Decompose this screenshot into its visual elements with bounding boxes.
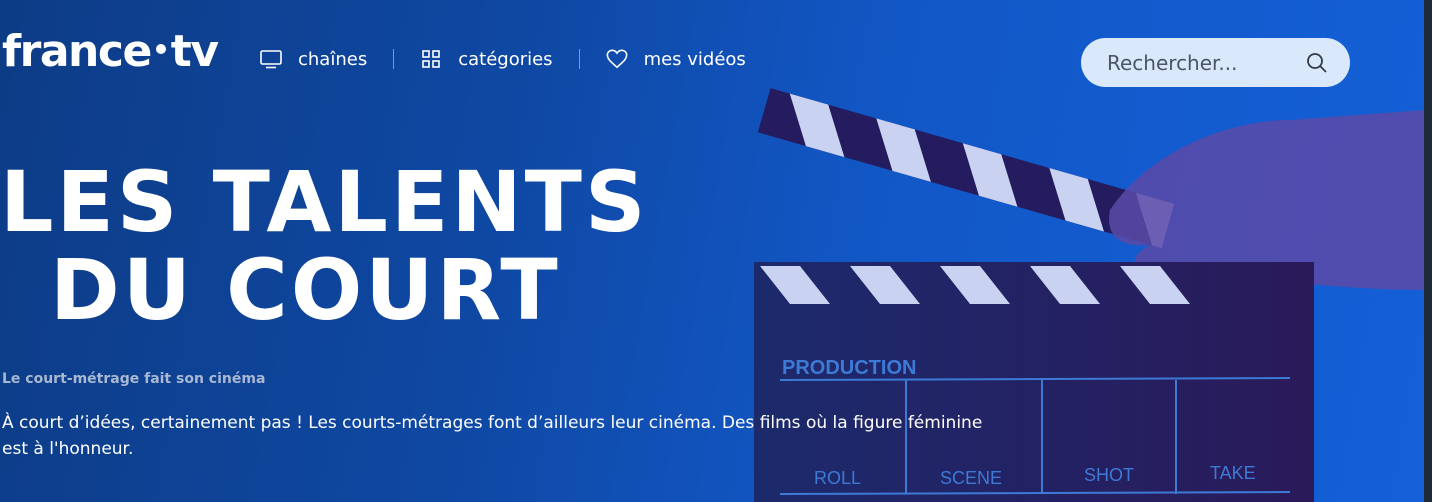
logo-word-tv: tv (170, 26, 219, 77)
nav-item-mes-videos[interactable]: mes vidéos (606, 48, 746, 70)
program-title-line2: DU COURT (50, 241, 561, 339)
nav-item-label: chaînes (298, 48, 368, 70)
board-col-take: TAKE (1210, 463, 1256, 483)
nav-item-label: catégories (458, 48, 553, 70)
board-production-label: PRODUCTION (782, 357, 916, 379)
window-edge (1424, 0, 1432, 502)
program-description: À court d’idées, certainement pas ! Les … (2, 413, 983, 459)
board-col-roll: ROLL (814, 468, 861, 488)
nav-divider (578, 49, 580, 69)
logo-word-france: france (2, 26, 152, 77)
search-input[interactable]: Rechercher... (1081, 38, 1350, 87)
search-placeholder: Rechercher... (1107, 50, 1238, 75)
heart-icon (606, 48, 628, 70)
program-subtitle: Le court-métrage fait son cinéma (2, 371, 266, 387)
hero-banner: PRODUCTION ROLL SCENE SHOT TAKE france tv… (0, 0, 1424, 502)
francetv-logo[interactable]: france tv (2, 30, 219, 74)
grid-icon (420, 48, 442, 70)
board-col-shot: SHOT (1084, 465, 1134, 485)
logo-dot-icon (155, 44, 166, 54)
site-header: france tv chaînes catégories mes vidéos … (0, 0, 1424, 120)
search-icon[interactable] (1306, 52, 1328, 74)
nav-item-label: mes vidéos (643, 48, 746, 70)
nav-item-chaines[interactable]: chaînes (260, 48, 367, 70)
nav-divider (393, 49, 395, 69)
board-col-scene: SCENE (940, 468, 1002, 488)
program-title-line1: LES TALENTS (0, 153, 649, 251)
nav-item-categories[interactable]: catégories (420, 48, 553, 70)
main-nav: chaînes catégories mes vidéos (260, 48, 746, 70)
tv-icon (260, 48, 282, 70)
